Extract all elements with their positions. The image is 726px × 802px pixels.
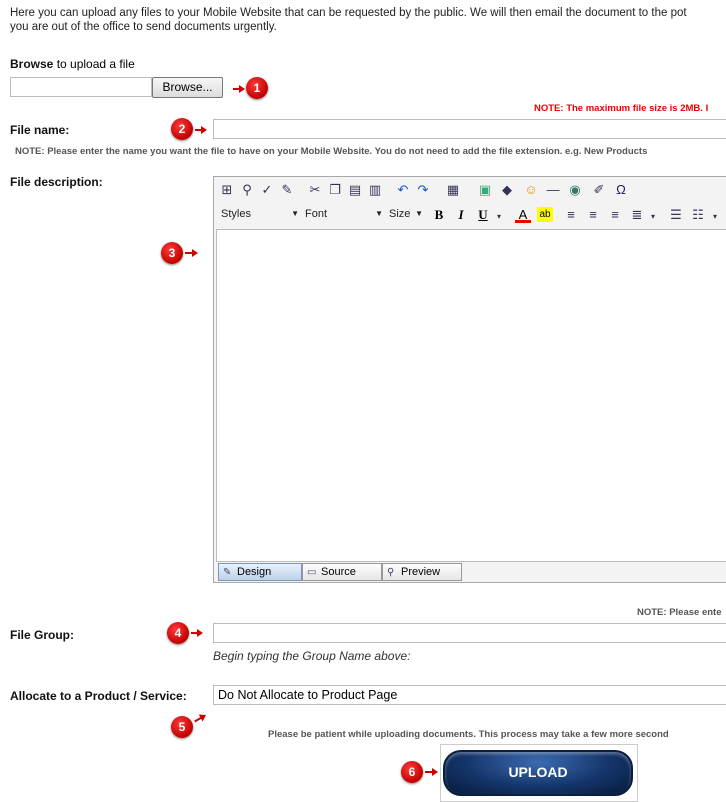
tab-design[interactable]: ✎ Design: [218, 563, 302, 581]
callout-arrow-2: [195, 126, 207, 134]
special-character-icon[interactable]: Ω: [613, 182, 629, 198]
upload-button[interactable]: UPLOAD: [443, 750, 633, 796]
align-left-icon[interactable]: ≡: [563, 207, 579, 223]
callout-badge-5: 5: [171, 716, 193, 738]
bold-icon[interactable]: B: [431, 207, 447, 223]
file-name-label: File name:: [10, 123, 70, 137]
format-brush-icon[interactable]: ✎: [279, 182, 295, 198]
design-icon: ✎: [223, 567, 232, 578]
copy-icon[interactable]: ❐: [327, 182, 343, 198]
callout-arrow-5: [194, 715, 204, 723]
chevron-down-icon: ▼: [375, 209, 383, 218]
font-dropdown[interactable]: Font ▼: [305, 206, 385, 222]
hyperlink-icon[interactable]: ◉: [567, 182, 583, 198]
allocate-label: Allocate to a Product / Service:: [10, 689, 187, 703]
callout-arrow-3: [185, 249, 198, 257]
editor-content-area[interactable]: [216, 229, 726, 562]
more-formatting-icon[interactable]: ▾: [494, 209, 504, 225]
list-dropdown-icon[interactable]: ▾: [710, 209, 720, 225]
font-color-icon[interactable]: A: [515, 207, 531, 223]
remove-format-icon[interactable]: ✐: [591, 182, 607, 198]
bulleted-list-icon[interactable]: ☷: [690, 207, 706, 223]
align-right-icon[interactable]: ≡: [607, 207, 623, 223]
callout-badge-6: 6: [401, 761, 423, 783]
highlight-color-icon[interactable]: ab: [537, 207, 553, 222]
size-dropdown-label: Size: [389, 208, 411, 220]
fullscreen-icon[interactable]: ⊞: [219, 182, 235, 198]
callout-arrow-6: [425, 768, 438, 776]
editor-toolbar-row-2: Styles ▼ Font ▼ Size ▼ B I U ▾ A ab ≡ ≡ …: [214, 204, 726, 226]
upload-patience-note: Please be patient while uploading docume…: [268, 729, 669, 740]
callout-badge-4: 4: [167, 622, 189, 644]
styles-dropdown-label: Styles: [221, 208, 251, 220]
redo-icon[interactable]: ↷: [415, 182, 431, 198]
tab-preview-label: Preview: [401, 566, 441, 578]
browse-button[interactable]: Browse...: [152, 77, 223, 98]
emoticon-icon[interactable]: ☺: [523, 182, 539, 198]
max-file-size-note: NOTE: The maximum file size is 2MB. I: [534, 103, 709, 114]
font-dropdown-label: Font: [305, 208, 328, 220]
file-name-input[interactable]: [213, 119, 726, 139]
rich-text-editor: ⊞ ⚲ ✓ ✎ ✂ ❐ ▤ ▥ ↶ ↷ ▦ ▣ ◆ ☺ — ◉ ✐ Ω Styl…: [213, 176, 726, 583]
tab-preview[interactable]: ⚲ Preview: [382, 563, 462, 581]
preview-icon: ⚲: [387, 567, 395, 578]
file-group-hint: Begin typing the Group Name above:: [213, 649, 411, 663]
file-path-input[interactable]: [10, 77, 152, 97]
chevron-down-icon: ▼: [291, 209, 299, 218]
file-name-note: NOTE: Please enter the name you want the…: [15, 146, 648, 157]
styles-dropdown[interactable]: Styles ▼: [221, 206, 301, 222]
intro-line-1: Here you can upload any files to your Mo…: [10, 7, 687, 19]
callout-arrow-4: [191, 629, 203, 637]
italic-icon[interactable]: I: [453, 207, 469, 223]
anchor-icon[interactable]: ◆: [499, 182, 515, 198]
browse-label-rest: to upload a file: [56, 57, 135, 71]
cut-icon[interactable]: ✂: [307, 182, 323, 198]
undo-icon[interactable]: ↶: [395, 182, 411, 198]
file-group-input[interactable]: [213, 623, 726, 643]
table-icon[interactable]: ▦: [445, 182, 461, 198]
chevron-down-icon: ▼: [415, 209, 423, 218]
callout-badge-3: 3: [161, 242, 183, 264]
spellcheck-icon[interactable]: ✓: [259, 182, 275, 198]
callout-badge-2: 2: [171, 118, 193, 140]
tab-source[interactable]: ▭ Source: [302, 563, 382, 581]
image-icon[interactable]: ▣: [477, 182, 493, 198]
size-dropdown[interactable]: Size ▼: [389, 206, 425, 222]
paste-icon[interactable]: ▤: [347, 182, 363, 198]
file-group-label: File Group:: [10, 628, 74, 642]
paste-text-icon[interactable]: ▥: [367, 182, 383, 198]
find-icon[interactable]: ⚲: [239, 182, 255, 198]
intro-line-2: you are out of the office to send docume…: [10, 21, 277, 33]
horizontal-rule-icon[interactable]: —: [545, 182, 561, 198]
editor-toolbar-row-1: ⊞ ⚲ ✓ ✎ ✂ ❐ ▤ ▥ ↶ ↷ ▦ ▣ ◆ ☺ — ◉ ✐ Ω: [214, 177, 726, 203]
callout-arrow-1: [233, 85, 245, 93]
numbered-list-icon[interactable]: ☰: [668, 207, 684, 223]
tab-source-label: Source: [321, 566, 356, 578]
source-icon: ▭: [307, 567, 317, 578]
group-note: NOTE: Please ente: [637, 607, 722, 618]
file-description-label: File description:: [10, 175, 103, 189]
browse-label-bold: Browse: [10, 57, 54, 71]
allocate-product-select[interactable]: Do Not Allocate to Product Page: [213, 685, 726, 705]
align-dropdown-icon[interactable]: ▾: [648, 209, 658, 225]
callout-badge-1: 1: [246, 77, 268, 99]
underline-icon[interactable]: U: [475, 207, 491, 223]
browse-label: Browse to upload a file: [10, 57, 135, 71]
tab-design-label: Design: [237, 566, 272, 578]
intro-text: Here you can upload any files to your Mo…: [10, 6, 726, 34]
editor-mode-tabs: ✎ Design ▭ Source ⚲ Preview: [216, 563, 726, 582]
allocate-selected-value: Do Not Allocate to Product Page: [218, 688, 398, 702]
align-center-icon[interactable]: ≡: [585, 207, 601, 223]
justify-icon[interactable]: ≣: [629, 207, 645, 223]
